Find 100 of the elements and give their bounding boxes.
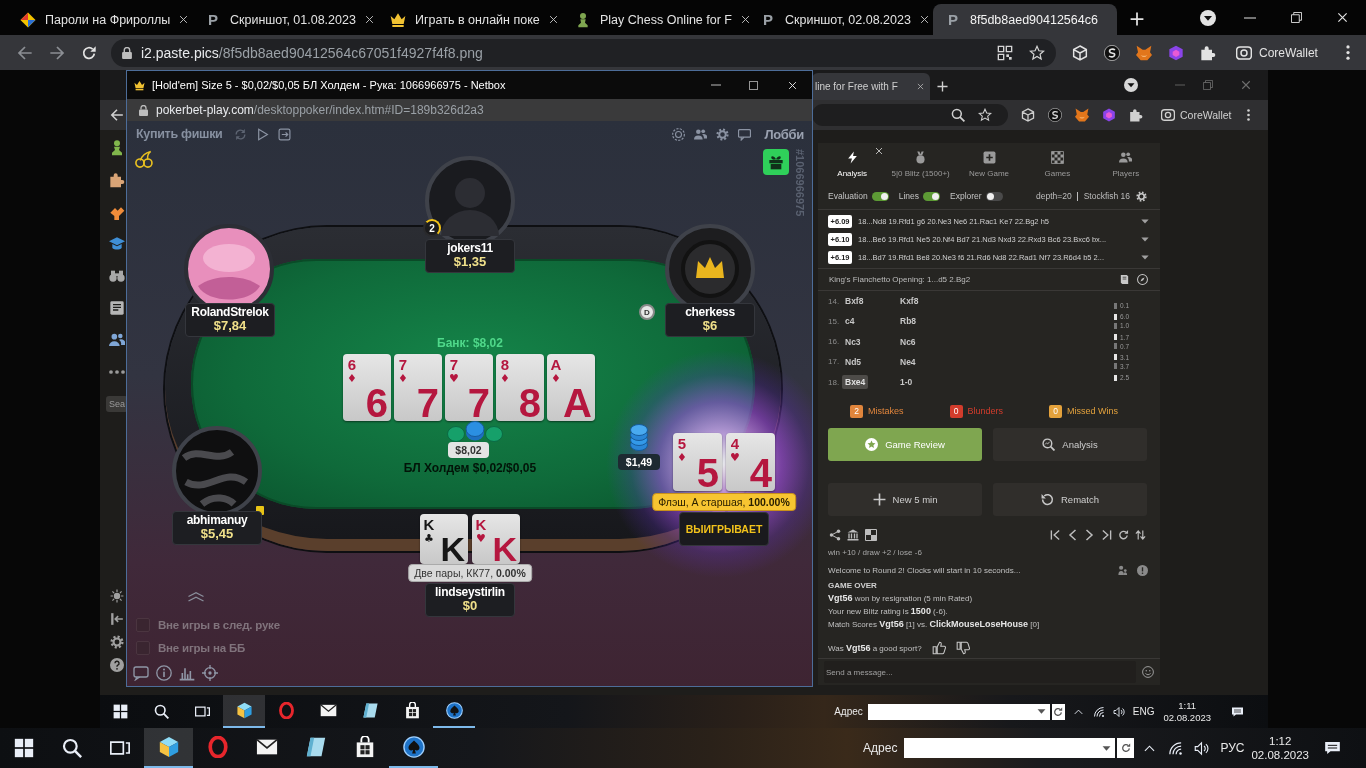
- exit-icon[interactable]: [278, 127, 292, 141]
- info-icon[interactable]: [156, 665, 172, 681]
- cube-icon[interactable]: [1021, 108, 1035, 122]
- building-icon[interactable]: [847, 529, 859, 542]
- network-icon[interactable]: [1168, 740, 1184, 756]
- network-icon[interactable]: [1092, 705, 1105, 718]
- start-icon[interactable]: [113, 704, 128, 719]
- start-icon[interactable]: [14, 738, 34, 758]
- new-tab-icon[interactable]: [1130, 12, 1144, 26]
- action-button[interactable]: Rematch: [993, 483, 1147, 517]
- task-view-icon[interactable]: [110, 738, 130, 758]
- chip-icon[interactable]: [672, 127, 686, 141]
- toggle-switch[interactable]: [871, 191, 889, 201]
- panel-tab[interactable]: Games: [1023, 143, 1092, 185]
- volume-icon[interactable]: [1112, 705, 1125, 718]
- graduation-cap-icon[interactable]: [109, 236, 125, 252]
- brightness-icon[interactable]: [110, 589, 124, 603]
- move-entry[interactable]: Ne4: [897, 354, 919, 369]
- action-button[interactable]: New 5 min: [828, 483, 982, 517]
- address-bar[interactable]: i2.paste.pics/8f5db8aed90412564c67051f4927f4f8.png: [111, 38, 1056, 67]
- profile-button[interactable]: CoreWallet: [1161, 108, 1232, 122]
- lobby-button[interactable]: Лобби: [764, 126, 804, 142]
- thumbs-up-icon[interactable]: [931, 641, 946, 656]
- close-icon[interactable]: [179, 15, 189, 24]
- crosshair-icon[interactable]: [202, 665, 218, 681]
- chevron-up-icon[interactable]: [1073, 708, 1083, 715]
- chevron-up-icon[interactable]: [1144, 744, 1156, 752]
- gift-button[interactable]: [763, 149, 789, 175]
- swirl-logo-icon[interactable]: [1104, 44, 1120, 61]
- skip-back-icon[interactable]: [1050, 529, 1061, 542]
- move-entry[interactable]: Bxe4: [842, 375, 869, 390]
- caret-icon[interactable]: [1102, 745, 1112, 751]
- close-icon[interactable]: [741, 15, 750, 24]
- board-icon[interactable]: [865, 529, 877, 542]
- task-view-icon[interactable]: [195, 704, 210, 719]
- panel-tab[interactable]: Analysis: [818, 143, 887, 185]
- tab-search-icon[interactable]: [1124, 78, 1138, 92]
- chat-icon[interactable]: [133, 665, 149, 681]
- move-entry[interactable]: c4: [842, 314, 858, 329]
- browser-tab[interactable]: Играть в онлайн поке: [378, 4, 562, 35]
- caret-icon[interactable]: [1036, 709, 1046, 714]
- emoji-icon[interactable]: [1142, 666, 1154, 678]
- close-icon[interactable]: [919, 15, 929, 24]
- browser-tab[interactable]: P Скриншот, 02.08.2023: [748, 4, 932, 35]
- settings-icon[interactable]: [1136, 190, 1147, 202]
- refresh-button[interactable]: [1117, 738, 1135, 758]
- settings-icon[interactable]: [716, 127, 730, 141]
- thumbs-down-icon[interactable]: [955, 641, 970, 656]
- extensions-icon[interactable]: [1200, 44, 1216, 61]
- refresh-icon[interactable]: [1118, 529, 1129, 542]
- panel-tab[interactable]: Players: [1091, 143, 1161, 185]
- caret-icon[interactable]: [1141, 218, 1149, 224]
- browser-tab[interactable]: P Скриншот, 01.08.2023: [193, 4, 377, 35]
- volume-icon[interactable]: [1194, 740, 1210, 756]
- hexagon-icon[interactable]: [1102, 108, 1116, 122]
- play-icon[interactable]: [256, 127, 270, 141]
- toggle-switch[interactable]: [985, 191, 1003, 201]
- menu-icon[interactable]: [1345, 45, 1350, 60]
- action-button[interactable]: Analysis: [993, 428, 1147, 462]
- swirl-logo-icon[interactable]: [1048, 108, 1062, 122]
- chat-icon[interactable]: [738, 127, 752, 141]
- maximize-icon[interactable]: [749, 80, 758, 90]
- star-icon[interactable]: [1029, 44, 1045, 61]
- people-icon[interactable]: [109, 332, 125, 348]
- browser-tab[interactable]: Пароли на Фрироллы: [8, 4, 192, 35]
- reload-icon[interactable]: [81, 44, 97, 61]
- chevron-left-icon[interactable]: [1067, 529, 1078, 542]
- chevron-right-icon[interactable]: [1084, 529, 1095, 542]
- chevrons-up-icon[interactable]: [187, 591, 205, 602]
- move-entry[interactable]: Nc3: [842, 334, 864, 349]
- newspaper-icon[interactable]: [109, 300, 125, 316]
- address-field[interactable]: [867, 703, 1050, 720]
- collapse-icon[interactable]: [110, 612, 124, 626]
- fox-icon[interactable]: [1075, 108, 1089, 122]
- alert-icon[interactable]: [1137, 564, 1148, 576]
- close-icon[interactable]: [364, 15, 374, 24]
- move-entry[interactable]: Nd5: [842, 354, 865, 369]
- back-icon[interactable]: [110, 108, 124, 122]
- close-icon[interactable]: [548, 15, 558, 24]
- browser-tab[interactable]: line for Free with F: [812, 73, 930, 100]
- panel-tab[interactable]: 5|0 Blitz (1500+): [886, 143, 955, 185]
- buy-chips-button[interactable]: Купить фишки: [136, 127, 223, 141]
- caret-icon[interactable]: [1141, 236, 1149, 242]
- more-icon[interactable]: [109, 370, 125, 374]
- move-entry[interactable]: Rb8: [897, 314, 920, 329]
- book-icon[interactable]: [1119, 274, 1130, 285]
- back-icon[interactable]: [17, 44, 33, 61]
- taskbar-app[interactable]: [144, 728, 193, 768]
- move-entry[interactable]: Kxf8: [897, 294, 922, 309]
- address-field[interactable]: [904, 738, 1116, 758]
- new-tab-icon[interactable]: [937, 81, 948, 92]
- players-icon[interactable]: [1117, 564, 1128, 576]
- star-icon[interactable]: [978, 108, 992, 122]
- menu-icon[interactable]: [1247, 109, 1250, 121]
- profile-button[interactable]: CoreWallet: [1236, 44, 1318, 61]
- move-entry[interactable]: Bxf8: [842, 294, 867, 309]
- toggle-switch[interactable]: [923, 191, 941, 201]
- players-icon[interactable]: [694, 127, 708, 141]
- notification-icon[interactable]: [1231, 705, 1244, 718]
- pawn-logo-icon[interactable]: [109, 140, 125, 156]
